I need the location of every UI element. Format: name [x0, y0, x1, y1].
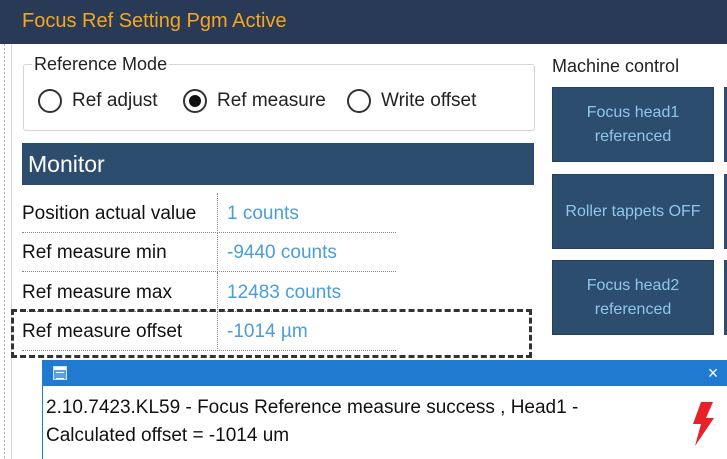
monitor-row-ref-min: Ref measure min -9440 counts: [22, 232, 396, 272]
monitor-title: Monitor: [28, 151, 105, 177]
focus-head1-referenced-button[interactable]: Focus head1 referenced: [552, 87, 714, 162]
focus-head2-referenced-button[interactable]: Focus head2 referenced: [552, 260, 714, 335]
left-edge-strip: [0, 44, 12, 459]
monitor-value: 1 counts: [219, 193, 396, 233]
notification-popup: × 2.10.7423.KL59 - Focus Reference measu…: [42, 360, 727, 459]
radio-ref-adjust[interactable]: Ref adjust: [38, 89, 158, 113]
monitor-label: Position actual value: [22, 193, 218, 233]
radio-ref-measure-label[interactable]: Ref measure: [217, 90, 326, 112]
notification-message: 2.10.7423.KL59 - Focus Reference measure…: [46, 397, 579, 446]
lightning-bolt-icon: [693, 402, 714, 446]
monitor-row-ref-max: Ref measure max 12483 counts: [22, 272, 396, 312]
monitor-label: Ref measure max: [22, 272, 218, 312]
monitor-label: Ref measure offset: [22, 311, 218, 351]
radio-ref-adjust-circle[interactable]: [38, 89, 62, 113]
notification-titlebar: ×: [43, 361, 727, 386]
close-icon[interactable]: ×: [703, 362, 723, 384]
window-title: Focus Ref Setting Pgm Active: [22, 10, 287, 32]
reference-mode-legend: Reference Mode: [32, 54, 170, 75]
monitor-value: 12483 counts: [219, 272, 396, 312]
radio-write-offset-circle[interactable]: [347, 89, 371, 113]
radio-write-offset-label[interactable]: Write offset: [381, 90, 476, 112]
title-bar: Focus Ref Setting Pgm Active: [0, 0, 727, 44]
monitor-value: -9440 counts: [219, 232, 396, 272]
monitor-header: Monitor: [22, 143, 534, 185]
roller-tappets-button[interactable]: Roller tappets OFF: [552, 174, 714, 249]
radio-write-offset[interactable]: Write offset: [347, 89, 476, 113]
radio-ref-measure[interactable]: Ref measure: [183, 89, 326, 113]
radio-ref-measure-circle[interactable]: [183, 89, 207, 113]
monitor-value: -1014 µm: [219, 311, 396, 351]
monitor-row-ref-offset: Ref measure offset -1014 µm: [22, 311, 396, 351]
machine-control-title: Machine control: [552, 56, 680, 76]
window-icon: [53, 366, 67, 380]
monitor-label: Ref measure min: [22, 232, 218, 272]
radio-ref-adjust-label[interactable]: Ref adjust: [72, 90, 158, 112]
monitor-row-position-actual: Position actual value 1 counts: [22, 193, 396, 233]
